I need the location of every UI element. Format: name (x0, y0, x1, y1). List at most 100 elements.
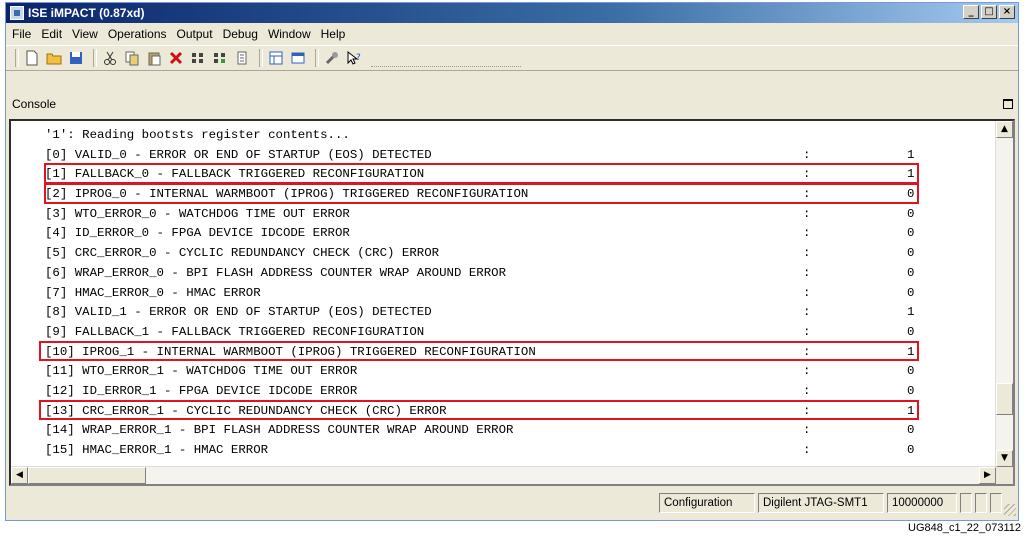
row-text: [8] VALID_1 - ERROR OR END OF STARTUP (E… (45, 305, 432, 320)
console-row: [11] WTO_ERROR_1 - WATCHDOG TIME OUT ERR… (45, 362, 914, 382)
row-text: [15] HMAC_ERROR_1 - HMAC ERROR (45, 443, 269, 457)
wrench-icon[interactable] (323, 49, 341, 67)
row-value: 1 (907, 305, 915, 320)
row-separator: : (803, 246, 811, 261)
console-row: [8] VALID_1 - ERROR OR END OF STARTUP (E… (45, 303, 914, 323)
row-value: 0 (907, 265, 915, 280)
tree-icon[interactable] (267, 49, 285, 67)
list-icon[interactable] (233, 49, 251, 67)
menu-window[interactable]: Window (268, 27, 311, 41)
console-row: [15] HMAC_ERROR_1 - HMAC ERROR: 0 (45, 441, 914, 461)
row-value: 0 (907, 226, 915, 241)
row-text: [6] WRAP_ERROR_0 - BPI FLASH ADDRESS COU… (45, 265, 507, 280)
console-row: [5] CRC_ERROR_0 - CYCLIC REDUNDANCY CHEC… (45, 244, 914, 264)
row-separator: : (803, 443, 811, 457)
console-row: [14] WRAP_ERROR_1 - BPI FLASH ADDRESS CO… (45, 421, 914, 441)
row-value: 0 (907, 246, 915, 261)
row-value: 0 (907, 206, 915, 221)
row-text: [7] HMAC_ERROR_0 - HMAC ERROR (45, 285, 261, 300)
row-separator: : (803, 364, 811, 379)
console-header-line: '1': Reading bootsts register contents..… (45, 128, 350, 142)
highlight-box (44, 163, 919, 185)
title-bar: ISE iMPACT (0.87xd) _ □ × (6, 3, 1018, 23)
status-mode: Configuration (659, 493, 755, 513)
paste-icon[interactable] (145, 49, 163, 67)
row-separator: : (803, 305, 811, 320)
console-row: [12] ID_ERROR_1 - FPGA DEVICE IDCODE ERR… (45, 382, 914, 402)
row-separator: : (803, 265, 811, 280)
row-separator: : (803, 324, 811, 339)
row-value: 0 (907, 383, 915, 398)
grid-icon[interactable] (189, 49, 207, 67)
vertical-scrollbar[interactable]: ▲ ▼ (995, 121, 1013, 467)
menu-debug[interactable]: Debug (223, 27, 258, 41)
console-label: Console (12, 97, 57, 111)
console-row: [4] ID_ERROR_0 - FPGA DEVICE IDCODE ERRO… (45, 224, 914, 244)
toolbar: ? (6, 45, 1018, 71)
copy-icon[interactable] (123, 49, 141, 67)
row-separator: : (803, 206, 811, 221)
row-text: [11] WTO_ERROR_1 - WATCHDOG TIME OUT ERR… (45, 364, 358, 379)
console-row: [3] WTO_ERROR_0 - WATCHDOG TIME OUT ERRO… (45, 205, 914, 225)
menu-file[interactable]: File (12, 27, 31, 41)
row-value: 0 (907, 443, 915, 457)
console-row: [9] FALLBACK_1 - FALLBACK TRIGGERED RECO… (45, 323, 914, 343)
menu-bar: File Edit View Operations Output Debug W… (6, 24, 1018, 44)
delete-icon[interactable] (167, 49, 185, 67)
minimize-button[interactable]: _ (963, 5, 979, 19)
horizontal-scrollbar[interactable]: ◀ ▶ (11, 466, 996, 484)
console-row: [7] HMAC_ERROR_0 - HMAC ERROR: 0 (45, 284, 914, 304)
status-cable: Digilent JTAG-SMT1 (758, 493, 884, 513)
figure-caption: UG848_c1_22_073112 (908, 522, 1021, 534)
row-value: 0 (907, 285, 915, 300)
row-separator: : (803, 423, 811, 438)
highlight-box (39, 399, 919, 421)
menu-help[interactable]: Help (321, 27, 346, 41)
vertical-scroll-thumb[interactable] (996, 383, 1013, 415)
help-pointer-icon[interactable]: ? (345, 49, 363, 67)
app-icon (10, 6, 24, 20)
resize-grip-icon[interactable] (1004, 504, 1016, 516)
scroll-up-icon[interactable]: ▲ (996, 121, 1013, 138)
highlight-box (39, 340, 919, 362)
svg-text:?: ? (356, 53, 361, 63)
row-text: [4] ID_ERROR_0 - FPGA DEVICE IDCODE ERRO… (45, 226, 350, 241)
row-value: 0 (907, 364, 915, 379)
scroll-down-icon[interactable]: ▼ (996, 450, 1013, 467)
console-row: [6] WRAP_ERROR_0 - BPI FLASH ADDRESS COU… (45, 264, 914, 284)
row-separator: : (803, 383, 811, 398)
maximize-panel-icon[interactable] (1003, 99, 1013, 109)
scroll-left-icon[interactable]: ◀ (11, 467, 28, 484)
new-file-icon[interactable] (23, 49, 41, 67)
save-icon[interactable] (67, 49, 85, 67)
status-bar: Configuration Digilent JTAG-SMT1 1000000… (6, 489, 1018, 519)
grid-link-icon[interactable] (211, 49, 229, 67)
row-separator: : (803, 285, 811, 300)
scroll-right-icon[interactable]: ▶ (979, 467, 996, 484)
row-separator: : (803, 226, 811, 241)
row-text: [12] ID_ERROR_1 - FPGA DEVICE IDCODE ERR… (45, 383, 358, 398)
status-blank-3 (990, 493, 1002, 513)
window-icon[interactable] (289, 49, 307, 67)
row-text: [3] WTO_ERROR_0 - WATCHDOG TIME OUT ERRO… (45, 206, 350, 221)
menu-view[interactable]: View (72, 27, 98, 41)
close-button[interactable]: × (999, 5, 1015, 19)
row-text: [14] WRAP_ERROR_1 - BPI FLASH ADDRESS CO… (45, 423, 514, 438)
cut-icon[interactable] (101, 49, 119, 67)
row-text: [9] FALLBACK_1 - FALLBACK TRIGGERED RECO… (45, 324, 425, 339)
highlight-box (44, 183, 919, 204)
status-blank-1 (960, 493, 972, 513)
row-text: [5] CRC_ERROR_0 - CYCLIC REDUNDANCY CHEC… (45, 246, 440, 261)
row-value: 0 (907, 423, 915, 438)
console-output[interactable]: '1': Reading bootsts register contents..… (9, 119, 1015, 486)
row-value: 0 (907, 324, 915, 339)
menu-edit[interactable]: Edit (41, 27, 62, 41)
menu-operations[interactable]: Operations (108, 27, 167, 41)
horizontal-scroll-thumb[interactable] (28, 467, 146, 484)
menu-output[interactable]: Output (177, 27, 213, 41)
toolbar-spacer (371, 50, 521, 67)
open-folder-icon[interactable] (45, 49, 63, 67)
maximize-button[interactable]: □ (981, 5, 997, 19)
console-header: Console (6, 93, 1018, 115)
status-blank-2 (975, 493, 987, 513)
